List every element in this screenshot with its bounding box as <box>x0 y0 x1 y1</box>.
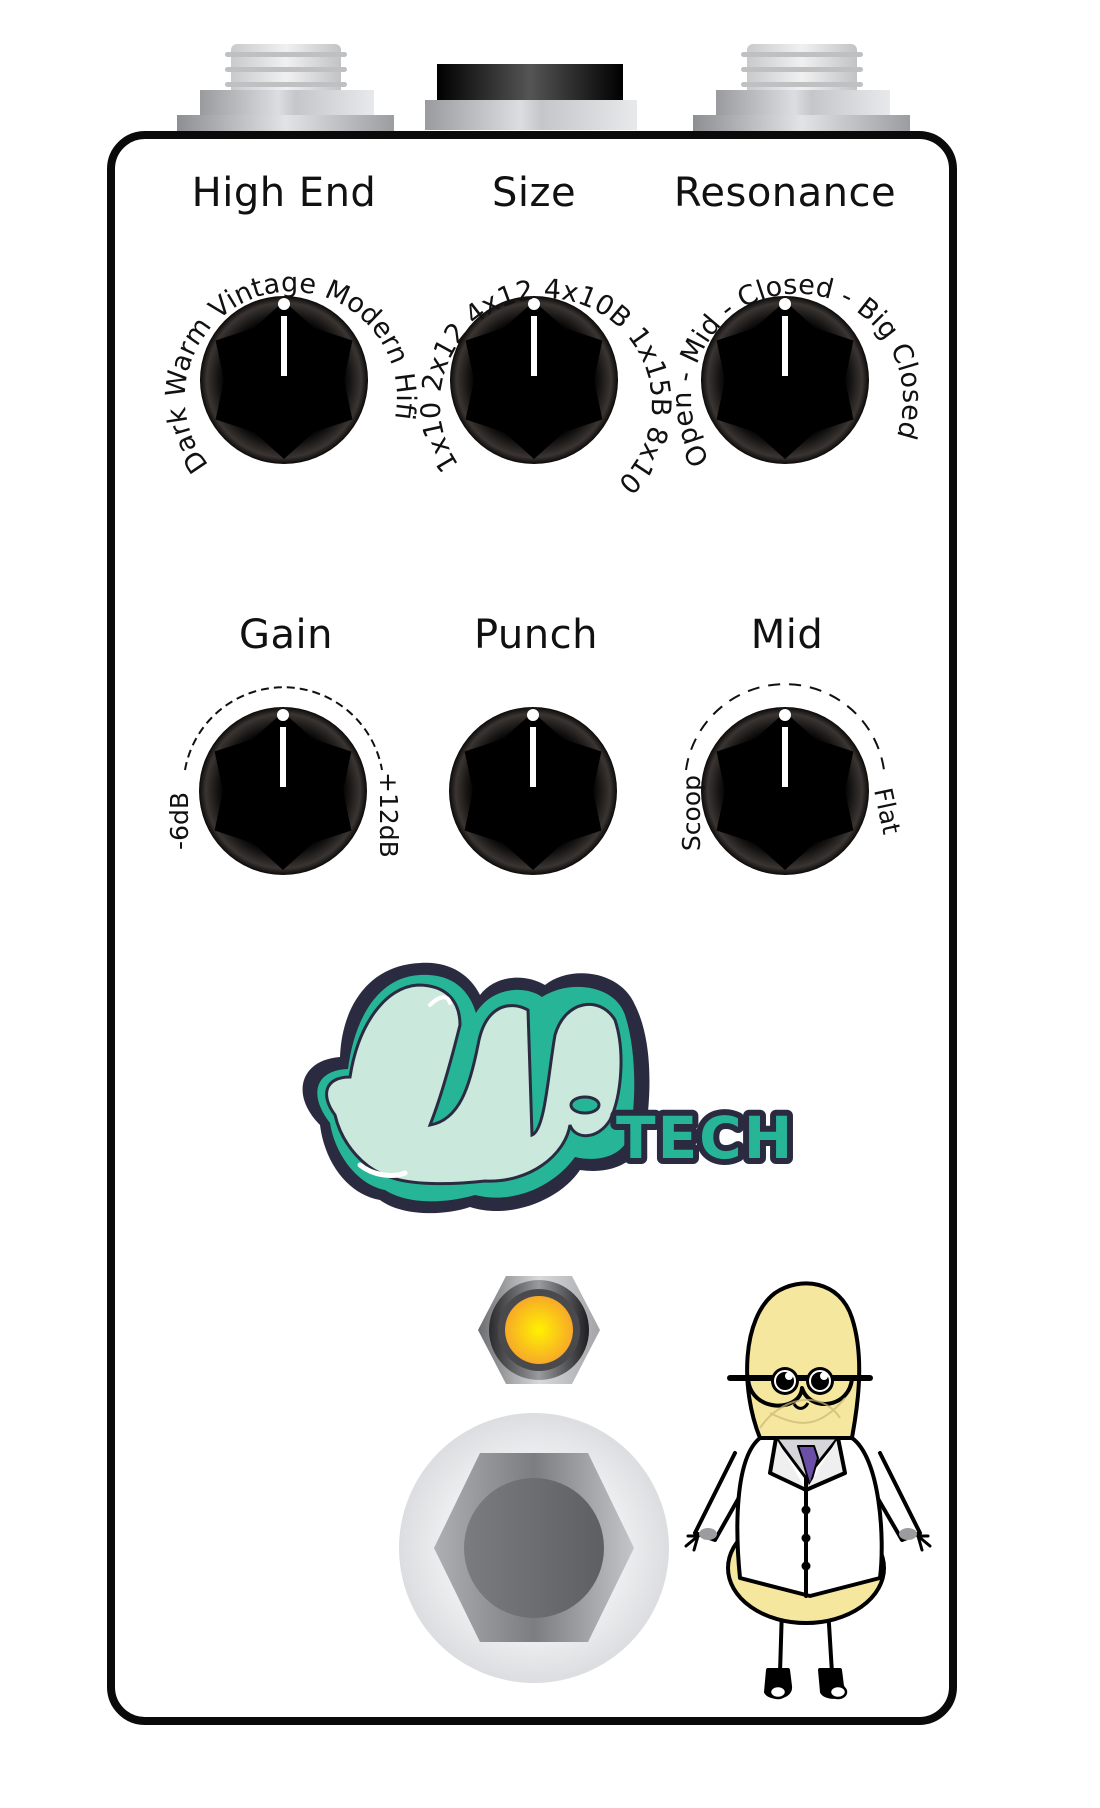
knob-indicator-line <box>530 727 536 787</box>
svg-text:TECH: TECH <box>616 1104 794 1172</box>
knob-indicator-dot <box>278 298 290 310</box>
gain-max-label: +12dB <box>374 772 403 858</box>
knobs-panel: Dark Warm Vintage Modern Hifi 1x10 2x12 … <box>160 268 927 875</box>
mid-min-label: Scoop <box>677 775 706 851</box>
knob-indicator-dot <box>527 709 539 721</box>
peanut-scientist-mascot <box>684 1281 932 1700</box>
knob-gain[interactable] <box>199 707 367 875</box>
mid-max-label: Flat <box>868 785 906 837</box>
knob-indicator-line <box>782 316 788 376</box>
knob-mid[interactable] <box>701 707 869 875</box>
knob-punch[interactable] <box>449 707 617 875</box>
gain-min-label: -6dB <box>165 792 194 850</box>
bypass-footswitch[interactable] <box>398 1412 670 1684</box>
logo-tech-wordmark: TECH TECH <box>610 1098 798 1178</box>
knob-indicator-dot <box>779 709 791 721</box>
status-led <box>478 1276 600 1384</box>
logo-gup-wordmark <box>302 962 650 1214</box>
knob-indicator-line <box>782 727 788 787</box>
knob-indicator-line <box>531 316 537 376</box>
knob-indicator-line <box>281 316 287 376</box>
brand-logo: TECH TECH <box>302 962 798 1214</box>
knob-indicator-dot <box>277 709 289 721</box>
knob-indicator-line <box>280 727 286 787</box>
